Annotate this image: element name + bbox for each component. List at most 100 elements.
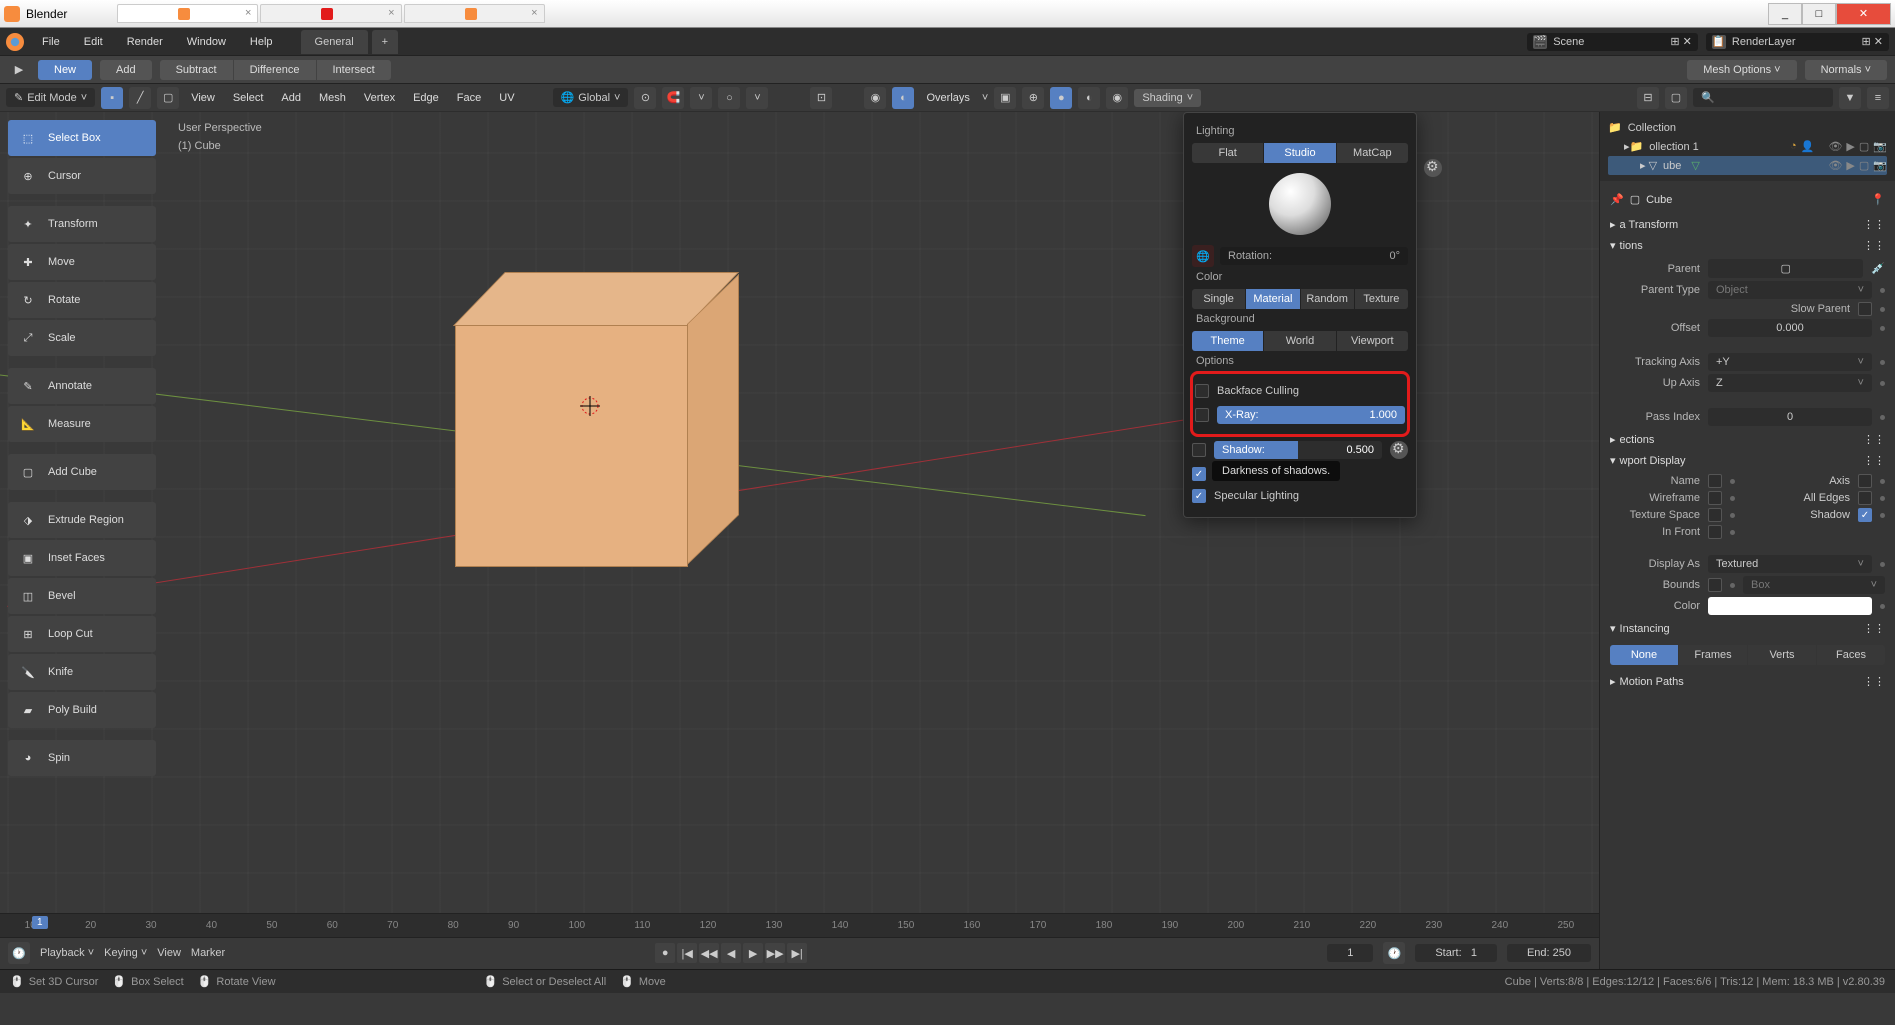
end-frame-field[interactable]: End: 250	[1507, 944, 1591, 962]
current-frame-marker[interactable]: 1	[32, 916, 48, 929]
xray-slider[interactable]: X-Ray:1.000	[1217, 406, 1405, 424]
color-single[interactable]: Single	[1192, 289, 1245, 309]
proportional-icon[interactable]: ○	[718, 87, 740, 109]
mode-selector[interactable]: ✎ Edit Mode ˅	[6, 88, 95, 107]
color-material[interactable]: Material	[1246, 289, 1299, 309]
collections-section[interactable]: ▸ ections⋮⋮	[1610, 429, 1885, 450]
wireframe-checkbox[interactable]	[1708, 491, 1722, 505]
camera-icon[interactable]: 📷	[1873, 140, 1887, 153]
object-color-field[interactable]	[1708, 597, 1872, 615]
mesh-options-dropdown[interactable]: Mesh Options ˅	[1687, 60, 1796, 80]
browser-tab[interactable]	[260, 4, 401, 22]
cavity-checkbox[interactable]	[1192, 467, 1206, 481]
color-texture[interactable]: Texture	[1355, 289, 1408, 309]
tool-add-cube[interactable]: ▢Add Cube	[8, 454, 156, 490]
parent-type-dropdown[interactable]: Object	[1708, 281, 1872, 299]
header-menu-vertex[interactable]: Vertex	[358, 89, 401, 107]
tool-scale[interactable]: ⤢Scale	[8, 320, 156, 356]
bg-theme[interactable]: Theme	[1192, 331, 1263, 351]
shadow-gear-icon[interactable]	[1390, 441, 1408, 459]
rendered-shading-icon[interactable]: ◉	[1106, 87, 1128, 109]
display-icon[interactable]: ▢	[1665, 87, 1687, 109]
menu-render[interactable]: Render	[121, 32, 169, 52]
header-menu-mesh[interactable]: Mesh	[313, 89, 352, 107]
start-frame-field[interactable]: Start: 1	[1415, 944, 1497, 962]
funnel-filter-icon[interactable]: ▼	[1839, 87, 1861, 109]
outliner-collection1[interactable]: ▸📁ollection 1 ◔👤 👁▶▢📷	[1608, 137, 1887, 156]
bg-viewport[interactable]: Viewport	[1337, 331, 1408, 351]
studio-light-preview[interactable]	[1269, 173, 1331, 235]
menu-icon[interactable]: ≡	[1867, 87, 1889, 109]
browser-tab[interactable]	[404, 4, 545, 22]
bg-world[interactable]: World	[1264, 331, 1335, 351]
current-frame-field[interactable]: 1	[1327, 944, 1373, 962]
tool-measure[interactable]: 📐Measure	[8, 406, 156, 442]
tracking-axis-dropdown[interactable]: +Y	[1708, 353, 1872, 371]
tool-transform[interactable]: ✦Transform	[8, 206, 156, 242]
xray-toggle-icon[interactable]: ▣	[994, 87, 1016, 109]
new-button[interactable]: New	[38, 60, 92, 80]
jump-end-icon[interactable]: ▶|	[787, 943, 807, 963]
parent-field[interactable]: ▢	[1708, 259, 1863, 278]
lighting-studio[interactable]: Studio	[1264, 143, 1335, 163]
solid-shading-icon[interactable]: ●	[1050, 87, 1072, 109]
pin-toggle-icon[interactable]: 📍	[1871, 193, 1885, 206]
render-icon[interactable]: ▢	[1859, 159, 1869, 172]
display-as-dropdown[interactable]: Textured	[1708, 555, 1872, 573]
pivot-icon[interactable]: ⊙	[634, 87, 656, 109]
gear-icon[interactable]	[1424, 159, 1442, 177]
close-button[interactable]: ✕	[1836, 3, 1891, 25]
subtract-button[interactable]: Subtract	[160, 60, 233, 80]
instancing-verts[interactable]: Verts	[1748, 645, 1816, 665]
menu-file[interactable]: File	[36, 32, 66, 52]
rotation-slider[interactable]: Rotation:0°	[1220, 247, 1408, 265]
header-menu-add[interactable]: Add	[275, 89, 307, 107]
name-checkbox[interactable]	[1708, 474, 1722, 488]
next-key-icon[interactable]: ▶▶	[765, 943, 785, 963]
orientation-selector[interactable]: 🌐 Global ˅	[553, 88, 629, 107]
overlay-icon[interactable]: ◐	[892, 87, 914, 109]
overlay-toggle-icon[interactable]: ◉	[864, 87, 886, 109]
select-mode-icon[interactable]: ▶	[8, 59, 30, 81]
playback-menu[interactable]: Playback ˅	[40, 947, 94, 959]
tool-spin[interactable]: ◕Spin	[8, 740, 156, 776]
header-menu-view[interactable]: View	[185, 89, 221, 107]
menu-window[interactable]: Window	[181, 32, 232, 52]
transform-section[interactable]: ▸ a Transform⋮⋮	[1610, 214, 1885, 235]
outliner-cube[interactable]: ▸ ▽ube▽ 👁▶▢📷	[1608, 156, 1887, 175]
offset-field[interactable]: 0.000	[1708, 319, 1872, 337]
backface-checkbox[interactable]	[1195, 384, 1209, 398]
outliner-collection[interactable]: 📁 Collection	[1608, 118, 1887, 137]
up-axis-dropdown[interactable]: Z	[1708, 374, 1872, 392]
snap-target-icon[interactable]: ˅	[690, 87, 712, 109]
browser-tab[interactable]	[117, 4, 258, 22]
eye-icon[interactable]: 👁	[1828, 140, 1842, 153]
vertex-select-mode-icon[interactable]: ▪	[101, 87, 123, 109]
header-menu-select[interactable]: Select	[227, 89, 270, 107]
timeline-view-menu[interactable]: View	[157, 947, 181, 959]
workspace-add-button[interactable]: +	[372, 30, 398, 54]
keying-menu[interactable]: Keying ˅	[104, 947, 147, 959]
cursor-icon[interactable]: ▶	[1846, 140, 1854, 153]
normals-dropdown[interactable]: Normals ˅	[1805, 60, 1887, 80]
color-random[interactable]: Random	[1301, 289, 1354, 309]
instancing-faces[interactable]: Faces	[1817, 645, 1885, 665]
infront-checkbox[interactable]	[1708, 525, 1722, 539]
face-select-mode-icon[interactable]: ▢	[157, 87, 179, 109]
tool-rotate[interactable]: ↻Rotate	[8, 282, 156, 318]
slow-parent-checkbox[interactable]	[1858, 302, 1872, 316]
xray-checkbox[interactable]	[1195, 408, 1209, 422]
relations-section[interactable]: ▾ tions⋮⋮	[1610, 235, 1885, 256]
shading-dropdown[interactable]: Shading ˅	[1134, 89, 1201, 107]
render-icon[interactable]: ▢	[1859, 140, 1869, 153]
gizmo-icon[interactable]: ⊡	[810, 87, 832, 109]
tool-extrude[interactable]: ⬗Extrude Region	[8, 502, 156, 538]
shadow-checkbox[interactable]	[1858, 508, 1872, 522]
shadow-checkbox[interactable]	[1192, 443, 1206, 457]
wireframe-shading-icon[interactable]: ⊕	[1022, 87, 1044, 109]
tool-loop-cut[interactable]: ⊞Loop Cut	[8, 616, 156, 652]
header-menu-face[interactable]: Face	[451, 89, 487, 107]
play-reverse-icon[interactable]: ◀	[721, 943, 741, 963]
search-field[interactable]: 🔍	[1693, 88, 1833, 107]
tool-cursor[interactable]: ⊕Cursor	[8, 158, 156, 194]
